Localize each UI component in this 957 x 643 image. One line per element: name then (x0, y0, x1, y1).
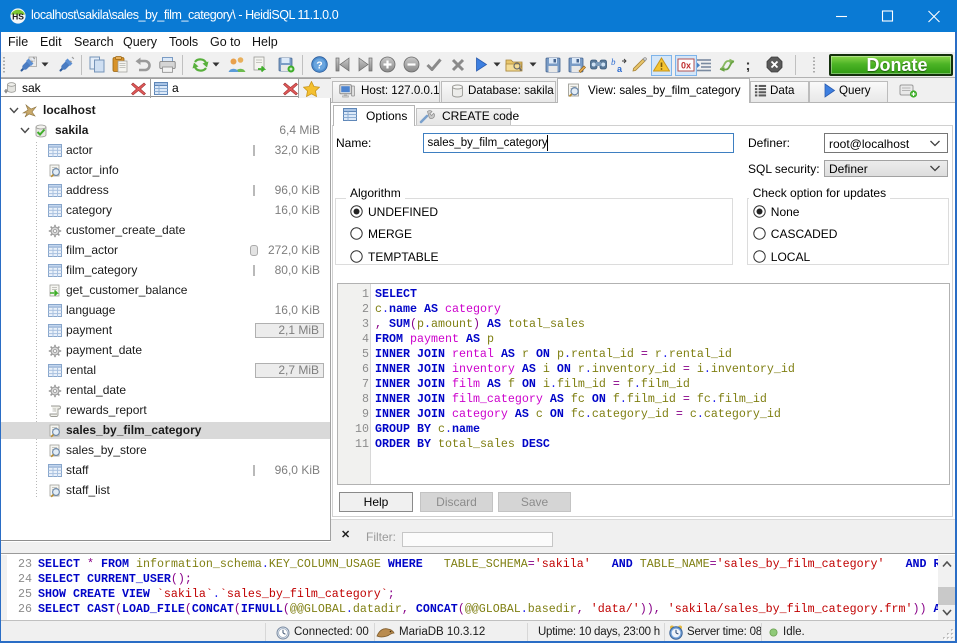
svg-text:b: b (611, 57, 616, 67)
svg-text:0x: 0x (681, 60, 691, 70)
svg-text:;: ; (746, 57, 751, 72)
svg-text:HS: HS (12, 12, 24, 22)
svg-text:a: a (617, 64, 623, 73)
svg-text:?: ? (316, 59, 322, 71)
